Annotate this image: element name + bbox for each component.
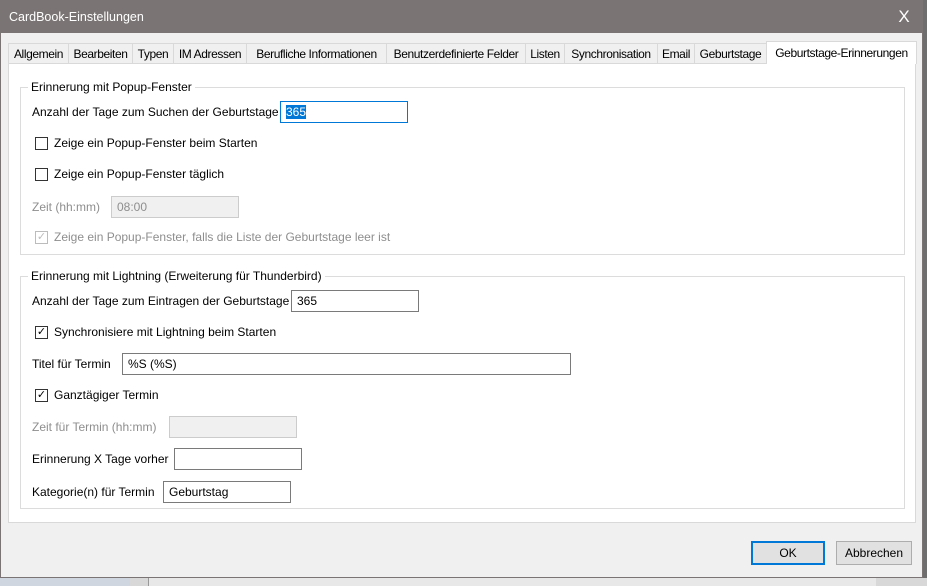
reminder-days-label: Erinnerung X Tage vorher (32, 452, 169, 466)
reminder-days-input[interactable] (174, 448, 302, 470)
title-bar: CardBook-Einstellungen X (1, 1, 922, 33)
sync-lightning-label[interactable]: Synchronisiere mit Lightning beim Starte… (54, 324, 276, 340)
event-title-label: Titel für Termin (32, 357, 111, 371)
tab-geburtstage[interactable]: Geburtstage (694, 43, 767, 64)
popup-days-label: Anzahl der Tage zum Suchen der Geburtsta… (32, 105, 279, 119)
tab-geburtstage-erinnerungen[interactable]: Geburtstage-Erinnerungen (766, 41, 917, 64)
lightning-days-input[interactable]: 365 (291, 290, 419, 312)
tab-bearbeiten[interactable]: Bearbeiten (68, 43, 133, 64)
popup-days-input[interactable]: 365 (280, 101, 408, 123)
popup-if-empty-checkbox[interactable]: ✓ (35, 231, 48, 244)
popup-daily-label[interactable]: Zeige ein Popup-Fenster täglich (54, 166, 224, 182)
lightning-reminder-group: Erinnerung mit Lightning (Erweiterung fü… (20, 269, 905, 509)
lightning-days-label: Anzahl der Tage zum Eintragen der Geburt… (32, 294, 290, 308)
tab-bar: Allgemein Bearbeiten Typen IM Adressen B… (8, 41, 917, 64)
category-input[interactable]: Geburtstag (163, 481, 291, 503)
window-title: CardBook-Einstellungen (9, 10, 144, 24)
allday-label[interactable]: Ganztägiger Termin (54, 387, 159, 403)
cancel-button[interactable]: Abbrechen (836, 541, 912, 565)
tab-im-adressen[interactable]: IM Adressen (173, 43, 247, 64)
tab-synchronisation[interactable]: Synchronisation (564, 43, 658, 64)
tab-listen[interactable]: Listen (525, 43, 565, 64)
event-title-input[interactable]: %S (%S) (122, 353, 571, 375)
background-window (0, 578, 927, 586)
popup-on-start-label[interactable]: Zeige ein Popup-Fenster beim Starten (54, 135, 257, 151)
lightning-group-legend: Erinnerung mit Lightning (Erweiterung fü… (28, 269, 325, 283)
tab-benutzerdefinierte-felder[interactable]: Benutzerdefinierte Felder (386, 43, 526, 64)
category-label: Kategorie(n) für Termin (32, 485, 155, 499)
close-icon[interactable]: X (890, 3, 918, 31)
tab-email[interactable]: Email (657, 43, 695, 64)
settings-dialog: CardBook-Einstellungen X Allgemein Bearb… (0, 0, 923, 578)
sync-lightning-checkbox[interactable]: ✓ (35, 326, 48, 339)
popup-if-empty-label[interactable]: Zeige ein Popup-Fenster, falls die Liste… (54, 229, 390, 245)
event-time-input[interactable] (169, 416, 297, 438)
popup-daily-checkbox[interactable] (35, 168, 48, 181)
tab-berufliche-informationen[interactable]: Berufliche Informationen (246, 43, 387, 64)
popup-time-input[interactable]: 08:00 (111, 196, 239, 218)
ok-button[interactable]: OK (751, 541, 825, 565)
tab-typen[interactable]: Typen (132, 43, 174, 64)
tab-panel: Erinnerung mit Popup-Fenster Anzahl der … (8, 63, 916, 523)
popup-on-start-checkbox[interactable] (35, 137, 48, 150)
tab-allgemein[interactable]: Allgemein (8, 43, 69, 64)
allday-checkbox[interactable]: ✓ (35, 389, 48, 402)
popup-reminder-group: Erinnerung mit Popup-Fenster Anzahl der … (20, 80, 905, 255)
popup-time-label: Zeit (hh:mm) (32, 200, 101, 214)
popup-group-legend: Erinnerung mit Popup-Fenster (28, 80, 195, 94)
event-time-label: Zeit für Termin (hh:mm) (32, 420, 157, 434)
